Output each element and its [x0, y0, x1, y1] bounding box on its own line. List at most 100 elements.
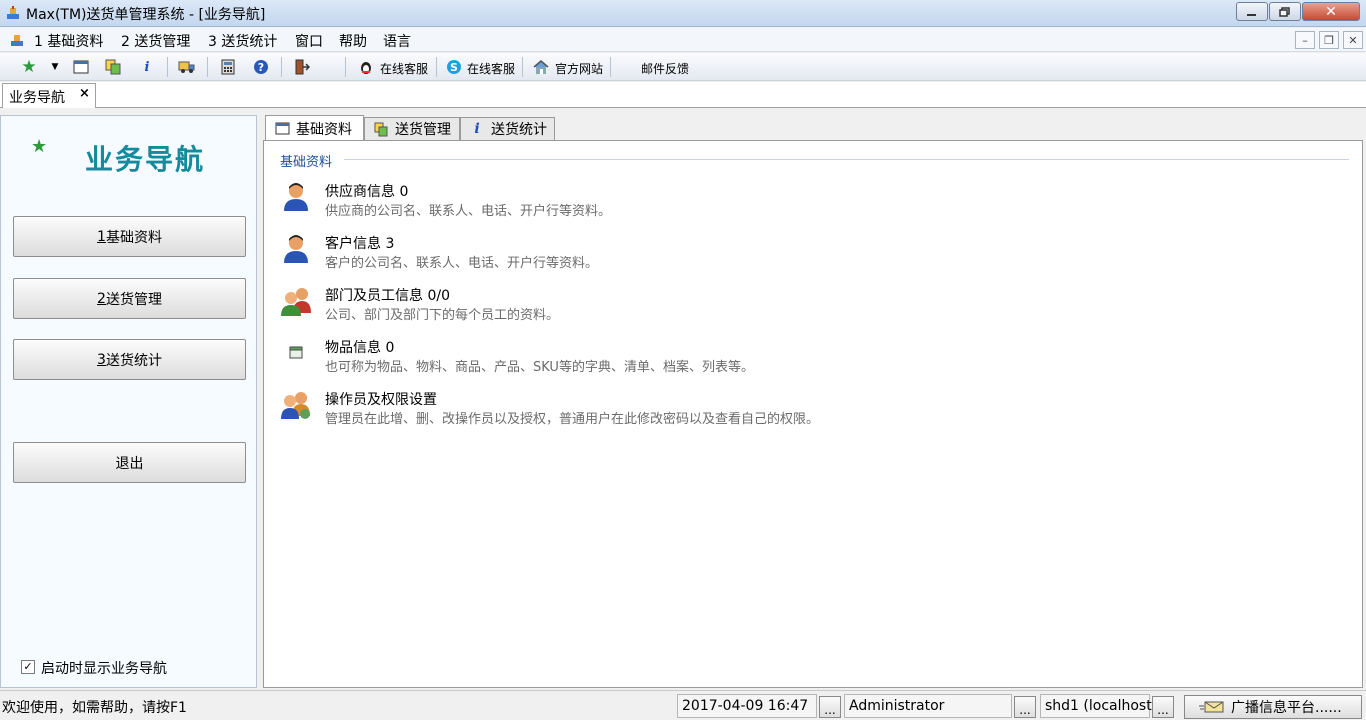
datetime-more-button[interactable]: ...: [819, 696, 841, 718]
mdi-restore-button[interactable]: ❐: [1319, 31, 1339, 49]
restore-icon: [1279, 6, 1290, 17]
copy-icon[interactable]: [104, 58, 122, 76]
broadcast-label: 广播信息平台......: [1231, 700, 1342, 716]
tab-business-navigation[interactable]: 业务导航 ×: [2, 83, 96, 108]
envelope-icon: [1199, 701, 1224, 713]
tab-label: 送货统计: [491, 122, 547, 138]
current-user-display: Administrator: [844, 694, 1012, 718]
nav-button-delivery-statistics[interactable]: 3 送货统计: [13, 339, 246, 380]
supplier-info-description: 供应商的公司名、联系人、电话、开户行等资料。: [325, 204, 612, 219]
toolbar-separator: [345, 57, 346, 77]
qq-penguin-icon[interactable]: [357, 58, 375, 76]
datetime-display: 2017-04-09 16:47: [677, 694, 817, 718]
operator-permissions-link[interactable]: 操作员及权限设置: [325, 389, 437, 409]
nav-button-label: 送货管理: [105, 291, 162, 308]
operators-icon[interactable]: [280, 389, 312, 421]
minimize-icon: –: [1302, 33, 1308, 47]
basic-data-panel: 基础资料 供应商信息 0 供应商的公司名、联系人、电话、开户行等资料。 客户信息…: [263, 140, 1363, 688]
show-on-start-label: 启动时显示业务导航: [41, 661, 167, 677]
toolbar-separator: [436, 57, 437, 77]
menu-window[interactable]: 窗口: [295, 31, 323, 51]
mdi-close-button[interactable]: ✕: [1343, 31, 1363, 49]
nav-button-key: 1: [97, 228, 106, 245]
close-button[interactable]: ✕: [1302, 2, 1360, 21]
close-icon: ✕: [1348, 33, 1358, 47]
nav-button-key: 2: [97, 290, 106, 307]
chevron-down-icon[interactable]: ▼: [46, 58, 64, 76]
exit-button[interactable]: 退出: [13, 442, 246, 483]
window-icon[interactable]: [72, 58, 90, 76]
section-divider: [344, 159, 1349, 160]
toolbar-separator: [281, 57, 282, 77]
item-info-link[interactable]: 物品信息 0: [325, 337, 394, 357]
star-icon[interactable]: ★: [20, 57, 38, 77]
home-icon[interactable]: [532, 58, 550, 76]
tab-basic-data[interactable]: 基础资料: [265, 115, 364, 141]
toolbar: ★ ▼ i ? 在线客服 S 在线客服 官方网站 邮件反馈: [0, 53, 1366, 81]
section-title: 基础资料: [280, 155, 333, 170]
tab-label: 业务导航: [9, 90, 65, 106]
department-employee-info-description: 公司、部门及部门下的每个员工的资料。: [325, 308, 560, 323]
close-icon: ✕: [1325, 3, 1337, 20]
menu-delivery-management[interactable]: 2 送货管理: [121, 31, 190, 51]
user-more-button[interactable]: ...: [1014, 696, 1036, 718]
show-on-start-checkbox[interactable]: ✓: [21, 660, 35, 674]
toolbar-separator: [207, 57, 208, 77]
menu-bar: 1 基础资料 2 送货管理 3 送货统计 窗口 帮助 语言 – ❐ ✕: [0, 28, 1366, 52]
window-title: Max(TM)送货单管理系统 - [业务导航]: [26, 7, 266, 23]
tab-close-icon[interactable]: ×: [79, 86, 90, 101]
minimize-button[interactable]: [1236, 2, 1268, 21]
minimize-icon: [1247, 13, 1256, 16]
nav-button-basic-data[interactable]: 1 基础资料: [13, 216, 246, 257]
customer-info-link[interactable]: 客户信息 3: [325, 233, 394, 253]
nav-title: 业务导航: [85, 143, 206, 176]
server-display: shd1 (localhost): [1040, 694, 1157, 718]
toolbar-separator: [167, 57, 168, 77]
online-support-skype-link[interactable]: 在线客服: [467, 60, 515, 77]
status-bar: 欢迎使用，如需帮助，请按F1 2017-04-09 16:47 ... Admi…: [0, 690, 1366, 720]
help-icon[interactable]: ?: [252, 58, 270, 76]
content-tab-strip: 基础资料 送货管理 i 送货统计: [263, 115, 1363, 141]
exit-door-icon[interactable]: [293, 58, 311, 76]
maximize-button[interactable]: [1269, 2, 1301, 21]
calculator-icon[interactable]: [219, 58, 237, 76]
customer-info-description: 客户的公司名、联系人、电话、开户行等资料。: [325, 256, 599, 271]
menu-language[interactable]: 语言: [383, 31, 411, 51]
info-icon[interactable]: i: [138, 58, 156, 76]
department-employee-info-link[interactable]: 部门及员工信息 0/0: [325, 285, 450, 305]
app-icon: [7, 6, 19, 19]
copy-icon: [373, 121, 389, 137]
skype-icon[interactable]: S: [445, 58, 463, 76]
document-tab-strip: 业务导航 ×: [0, 82, 1366, 108]
svg-text:S: S: [450, 61, 458, 74]
menu-help[interactable]: 帮助: [339, 31, 367, 51]
app-menu-icon[interactable]: [9, 32, 25, 48]
nav-button-label: 送货统计: [105, 352, 162, 369]
person-icon[interactable]: [280, 181, 312, 213]
email-feedback-link[interactable]: 邮件反馈: [641, 60, 689, 77]
server-more-button[interactable]: ...: [1152, 696, 1174, 718]
truck-icon[interactable]: [178, 58, 196, 76]
broadcast-platform-button[interactable]: 广播信息平台......: [1184, 695, 1362, 719]
supplier-info-link[interactable]: 供应商信息 0: [325, 181, 408, 201]
operator-permissions-description: 管理员在此增、删、改操作员以及授权，普通用户在此修改密码以及查看自己的权限。: [325, 412, 820, 427]
menu-basic-data[interactable]: 1 基础资料: [34, 31, 103, 51]
person-icon[interactable]: [280, 233, 312, 265]
window-icon: [274, 121, 290, 137]
menu-delivery-statistics[interactable]: 3 送货统计: [208, 31, 277, 51]
svg-text:?: ?: [258, 61, 264, 74]
star-icon: ★: [31, 136, 48, 157]
restore-icon: ❐: [1324, 33, 1334, 47]
item-info-description: 也可称为物品、物料、商品、产品、SKU等的字典、清单、档案、列表等。: [325, 360, 754, 375]
box-icon[interactable]: [280, 337, 312, 369]
online-support-link[interactable]: 在线客服: [380, 60, 428, 77]
tab-delivery-management[interactable]: 送货管理: [364, 117, 460, 140]
nav-button-delivery-management[interactable]: 2 送货管理: [13, 278, 246, 319]
nav-button-label: 基础资料: [105, 229, 162, 246]
toolbar-separator: [522, 57, 523, 77]
mdi-minimize-button[interactable]: –: [1295, 31, 1315, 49]
group-icon[interactable]: [280, 285, 312, 317]
tab-delivery-statistics[interactable]: i 送货统计: [460, 117, 555, 140]
official-website-link[interactable]: 官方网站: [555, 60, 603, 77]
business-navigation-panel: ★ 业务导航 1 基础资料 2 送货管理 3 送货统计 退出 ✓ 启动时显示业务…: [0, 115, 257, 688]
